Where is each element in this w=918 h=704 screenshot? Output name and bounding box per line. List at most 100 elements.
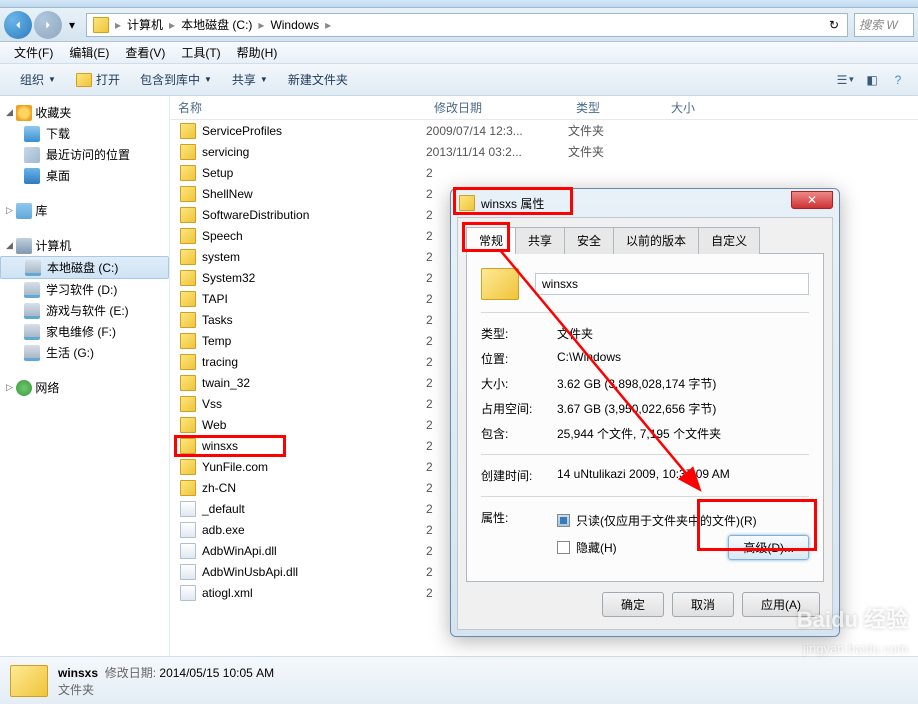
folder-name-input[interactable] xyxy=(535,273,809,295)
status-name: winsxs xyxy=(58,666,98,680)
column-size[interactable]: 大小 xyxy=(663,99,763,116)
open-button[interactable]: 打开 xyxy=(66,71,130,88)
preview-pane-button[interactable]: ◧ xyxy=(862,70,882,90)
file-name: ShellNew xyxy=(202,187,253,201)
folder-icon xyxy=(180,207,196,223)
file-name: YunFile.com xyxy=(202,460,268,474)
column-type[interactable]: 类型 xyxy=(568,99,663,116)
menu-bar: 文件(F) 编辑(E) 查看(V) 工具(T) 帮助(H) xyxy=(0,42,918,64)
hidden-label: 隐藏(H) xyxy=(576,539,617,556)
readonly-checkbox[interactable] xyxy=(557,514,570,527)
breadcrumb-arrow[interactable]: ▸ xyxy=(256,18,266,32)
navigation-bar: ▾ ▸ 计算机 ▸ 本地磁盘 (C:) ▸ Windows ▸ ↻ 搜索 W xyxy=(0,8,918,42)
share-button[interactable]: 共享▼ xyxy=(222,71,278,88)
breadcrumb-folder[interactable]: Windows xyxy=(266,18,323,32)
file-name: tracing xyxy=(202,355,238,369)
menu-edit[interactable]: 编辑(E) xyxy=(61,42,117,63)
breadcrumb-arrow[interactable]: ▸ xyxy=(323,18,333,32)
breadcrumb-computer[interactable]: 计算机 xyxy=(123,16,167,33)
breadcrumb-arrow[interactable]: ▸ xyxy=(167,18,177,32)
file-name: system xyxy=(202,250,240,264)
folder-icon xyxy=(93,17,109,33)
sidebar-drive-d[interactable]: 学习软件 (D:) xyxy=(0,279,169,300)
disk-label: 占用空间: xyxy=(481,400,557,417)
sidebar-drive-c[interactable]: 本地磁盘 (C:) xyxy=(0,256,169,279)
ok-button[interactable]: 确定 xyxy=(602,592,664,617)
folder-icon xyxy=(180,144,196,160)
type-label: 类型: xyxy=(481,325,557,342)
menu-tools[interactable]: 工具(T) xyxy=(173,42,228,63)
file-icon xyxy=(180,522,196,538)
sidebar-downloads[interactable]: 下载 xyxy=(0,123,169,144)
file-type: 文件夹 xyxy=(568,122,663,139)
menu-view[interactable]: 查看(V) xyxy=(117,42,173,63)
sidebar-drive-e[interactable]: 游戏与软件 (E:) xyxy=(0,300,169,321)
sidebar-drive-g[interactable]: 生活 (G:) xyxy=(0,342,169,363)
column-date[interactable]: 修改日期 xyxy=(426,99,568,116)
folder-icon xyxy=(180,396,196,412)
folder-icon xyxy=(459,195,475,211)
column-headers: 名称 修改日期 类型 大小 xyxy=(170,96,918,120)
status-date-label: 修改日期: xyxy=(105,666,156,680)
refresh-button[interactable]: ↻ xyxy=(823,14,845,36)
file-date: 2013/11/14 03:2... xyxy=(426,145,568,159)
watermark-url: jingyan.baidu.com xyxy=(803,641,908,656)
file-row[interactable]: ServiceProfiles2009/07/14 12:3...文件夹 xyxy=(170,120,918,141)
history-dropdown[interactable]: ▾ xyxy=(64,15,80,35)
menu-help[interactable]: 帮助(H) xyxy=(229,42,286,63)
file-row[interactable]: Setup2 xyxy=(170,162,918,183)
folder-icon xyxy=(180,438,196,454)
folder-icon xyxy=(180,354,196,370)
sidebar-favorites[interactable]: ◢ 收藏夹 xyxy=(0,102,169,123)
file-row[interactable]: servicing2013/11/14 03:2...文件夹 xyxy=(170,141,918,162)
sidebar-computer[interactable]: ◢ 计算机 xyxy=(0,235,169,256)
dialog-tabs: 常规 共享 安全 以前的版本 自定义 xyxy=(466,226,824,254)
back-button[interactable] xyxy=(4,11,32,39)
file-name: TAPI xyxy=(202,292,228,306)
folder-icon xyxy=(180,333,196,349)
cancel-button[interactable]: 取消 xyxy=(672,592,734,617)
file-name: winsxs xyxy=(202,439,238,453)
file-name: ServiceProfiles xyxy=(202,124,282,138)
tab-general[interactable]: 常规 xyxy=(466,227,516,254)
tab-sharing[interactable]: 共享 xyxy=(515,227,565,254)
status-type: 文件夹 xyxy=(58,681,274,698)
size-value: 3.62 GB (3,898,028,174 字节) xyxy=(557,375,809,392)
sidebar-libraries[interactable]: ▷ 库 xyxy=(0,200,169,221)
file-name: AdbWinUsbApi.dll xyxy=(202,565,298,579)
forward-button[interactable] xyxy=(34,11,62,39)
view-mode-button[interactable]: ☰ ▼ xyxy=(836,70,856,90)
tab-previous[interactable]: 以前的版本 xyxy=(613,227,699,254)
organize-button[interactable]: 组织▼ xyxy=(10,71,66,88)
location-label: 位置: xyxy=(481,350,557,367)
column-name[interactable]: 名称 xyxy=(170,99,426,116)
sidebar-recent[interactable]: 最近访问的位置 xyxy=(0,144,169,165)
folder-icon xyxy=(180,249,196,265)
close-button[interactable]: ✕ xyxy=(791,191,833,209)
file-name: _default xyxy=(202,502,245,516)
search-input[interactable]: 搜索 W xyxy=(854,13,914,37)
help-button[interactable]: ? xyxy=(888,70,908,90)
dialog-titlebar[interactable]: winsxs 属性 ✕ xyxy=(451,189,839,217)
tab-security[interactable]: 安全 xyxy=(564,227,614,254)
folder-icon xyxy=(180,270,196,286)
status-folder-icon xyxy=(10,665,48,697)
hidden-checkbox[interactable] xyxy=(557,541,570,554)
created-label: 创建时间: xyxy=(481,467,557,484)
sidebar-network[interactable]: ▷ 网络 xyxy=(0,377,169,398)
file-icon xyxy=(180,501,196,517)
folder-icon xyxy=(180,417,196,433)
menu-file[interactable]: 文件(F) xyxy=(6,42,61,63)
advanced-button[interactable]: 高级(D)... xyxy=(728,535,809,560)
downloads-icon xyxy=(24,126,40,142)
tab-custom[interactable]: 自定义 xyxy=(698,227,760,254)
include-library-button[interactable]: 包含到库中▼ xyxy=(130,71,222,88)
sidebar-desktop[interactable]: 桌面 xyxy=(0,165,169,186)
sidebar-drive-f[interactable]: 家电维修 (F:) xyxy=(0,321,169,342)
new-folder-button[interactable]: 新建文件夹 xyxy=(278,71,358,88)
drive-icon xyxy=(25,260,41,276)
address-bar[interactable]: ▸ 计算机 ▸ 本地磁盘 (C:) ▸ Windows ▸ ↻ xyxy=(86,13,848,37)
folder-icon xyxy=(180,291,196,307)
breadcrumb-arrow[interactable]: ▸ xyxy=(113,18,123,32)
breadcrumb-drive[interactable]: 本地磁盘 (C:) xyxy=(177,16,256,33)
